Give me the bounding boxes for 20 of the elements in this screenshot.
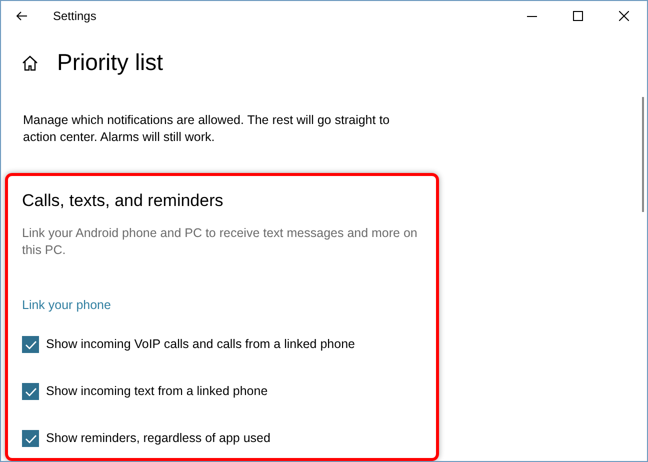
checkbox[interactable] — [22, 336, 39, 354]
section-description: Link your Android phone and PC to receive text messages and more on this PC. — [22, 224, 418, 259]
checkbox[interactable] — [22, 383, 39, 400]
checkbox-label: Show reminders, regardless of app used — [46, 430, 270, 448]
checkbox-label: Show incoming VoIP calls and calls from a linked phone — [46, 336, 355, 354]
close-icon — [619, 11, 629, 21]
checkmark-icon — [24, 434, 36, 444]
section-title: Calls, texts, and reminders — [22, 190, 224, 212]
home-icon[interactable] — [22, 54, 38, 71]
maximize-icon — [573, 11, 583, 21]
back-icon — [16, 11, 28, 21]
page-title: Priority list — [57, 51, 164, 74]
checkmark-icon — [24, 340, 36, 350]
checkbox-label: Show incoming text from a linked phone — [46, 383, 268, 400]
link-your-phone-link[interactable]: Link your phone — [22, 296, 111, 315]
checkbox[interactable] — [22, 430, 39, 448]
window-title: Settings — [53, 8, 96, 25]
scrollbar-thumb[interactable] — [642, 97, 644, 212]
page-description: Manage which notifications are allowed. The rest will go straight to action center. Alarms will still work. — [23, 112, 391, 146]
checkmark-icon — [24, 386, 36, 397]
